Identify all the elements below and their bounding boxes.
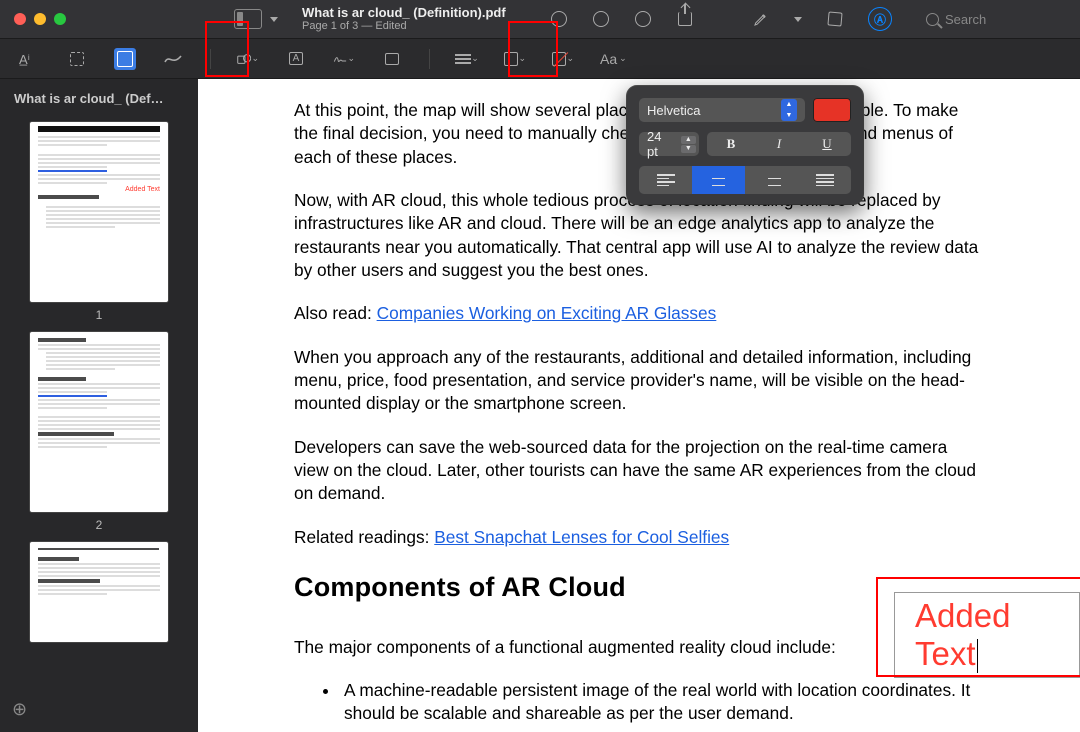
shapes-tool[interactable]: ⌄ <box>237 48 259 70</box>
font-size-value: 24 pt <box>647 129 675 159</box>
paragraph: Related readings: Best Snapchat Lenses f… <box>294 526 984 549</box>
text-style-popover: Helvetica ▲▼ 24 pt ▲▼ B I U <box>627 86 863 204</box>
titlebar: What is ar cloud_ (Definition).pdf Page … <box>0 0 1080 38</box>
share-icon[interactable] <box>676 10 694 28</box>
align-right-button[interactable] <box>745 166 798 194</box>
highlight-dropdown-caret[interactable] <box>794 17 802 22</box>
title-block: What is ar cloud_ (Definition).pdf Page … <box>302 6 506 32</box>
window-title: What is ar cloud_ (Definition).pdf <box>302 6 506 20</box>
text-select-tool[interactable]: A̲ⁱ <box>18 48 40 70</box>
italic-button[interactable]: I <box>755 132 803 156</box>
align-justify-button[interactable] <box>798 166 851 194</box>
markup-toggle-icon[interactable]: Ⓐ <box>868 7 892 31</box>
added-text-annotation[interactable]: Added Text <box>894 592 1080 678</box>
border-color-tool[interactable]: ⌄ <box>504 48 526 70</box>
components-list: A machine-readable persistent image of t… <box>340 679 984 732</box>
paragraph: When you approach any of the restaurants… <box>294 346 984 416</box>
text-tool[interactable]: A <box>285 48 307 70</box>
thumbnail-page-2[interactable] <box>30 332 168 512</box>
redact-tool[interactable] <box>114 48 136 70</box>
size-stepper[interactable]: ▲▼ <box>681 136 696 153</box>
fill-color-tool[interactable]: ⌄ <box>552 48 574 70</box>
svg-text:A̲ⁱ: A̲ⁱ <box>19 52 30 66</box>
search-field[interactable]: Search <box>916 9 1066 30</box>
select-stepper-icon: ▲▼ <box>781 99 797 121</box>
text-color-swatch[interactable] <box>813 98 851 122</box>
label: Related readings: <box>294 527 434 547</box>
bold-italic-underline-group: B I U <box>707 132 851 156</box>
search-placeholder: Search <box>945 12 986 27</box>
border-style-tool[interactable]: ⌄ <box>456 48 478 70</box>
paragraph: Also read: Companies Working on Exciting… <box>294 302 984 325</box>
window-controls <box>14 13 66 25</box>
thumbnail-page-3[interactable] <box>30 542 168 642</box>
sidebar-dropdown-caret[interactable] <box>270 17 278 22</box>
paragraph: The major components of a functional aug… <box>294 636 984 659</box>
link-ar-glasses[interactable]: Companies Working on Exciting AR Glasses <box>377 303 717 323</box>
sketch-tool[interactable] <box>162 48 184 70</box>
list-item: A machine-readable persistent image of t… <box>340 679 984 726</box>
toolbar-right: Ⓐ Search <box>550 7 1066 31</box>
text-cursor <box>977 639 978 673</box>
link-snapchat-lenses[interactable]: Best Snapchat Lenses for Cool Selfies <box>434 527 729 547</box>
rotate-icon[interactable] <box>826 10 844 28</box>
sidebar-doc-title: What is ar cloud_ (Def… <box>8 87 190 112</box>
thumbnail-page-1[interactable]: Added Text <box>30 122 168 302</box>
heading-components: Components of AR Cloud <box>294 569 984 605</box>
window-subtitle: Page 1 of 3 — Edited <box>302 20 506 32</box>
page-number-1: 1 <box>8 308 190 322</box>
font-family-select[interactable]: Helvetica ▲▼ <box>639 98 805 122</box>
bold-button[interactable]: B <box>707 132 755 156</box>
page-number-2: 2 <box>8 518 190 532</box>
add-page-button[interactable]: ⊕ <box>8 695 190 724</box>
rectangular-selection-tool[interactable] <box>66 48 88 70</box>
thumb-added-text-preview: Added Text <box>30 186 168 193</box>
note-tool[interactable] <box>381 48 403 70</box>
fullscreen-window[interactable] <box>54 13 66 25</box>
thumbnail-sidebar: What is ar cloud_ (Def… Added Text 1 <box>0 79 198 732</box>
text-style-tool[interactable]: Aa⌄ <box>600 51 627 67</box>
info-icon[interactable] <box>550 10 568 28</box>
text-align-group <box>639 166 851 194</box>
zoom-in-icon[interactable] <box>634 10 652 28</box>
zoom-out-icon[interactable] <box>592 10 610 28</box>
markup-toolbar: A̲ⁱ ⌄ A ⌄ ⌄ ⌄ ⌄ Aa⌄ <box>0 38 1080 79</box>
font-family-value: Helvetica <box>647 103 700 118</box>
minimize-window[interactable] <box>34 13 46 25</box>
highlight-icon[interactable] <box>752 10 770 28</box>
underline-button[interactable]: U <box>803 132 851 156</box>
align-left-button[interactable] <box>639 166 692 194</box>
align-center-button[interactable] <box>692 166 745 194</box>
paragraph: Developers can save the web-sourced data… <box>294 436 984 506</box>
search-icon <box>926 13 939 26</box>
sidebar-toggle-icon[interactable] <box>234 9 262 29</box>
label: Also read: <box>294 303 377 323</box>
close-window[interactable] <box>14 13 26 25</box>
font-size-field[interactable]: 24 pt ▲▼ <box>639 132 699 156</box>
added-text-value: Added Text <box>915 597 1010 672</box>
sign-tool[interactable]: ⌄ <box>333 48 355 70</box>
